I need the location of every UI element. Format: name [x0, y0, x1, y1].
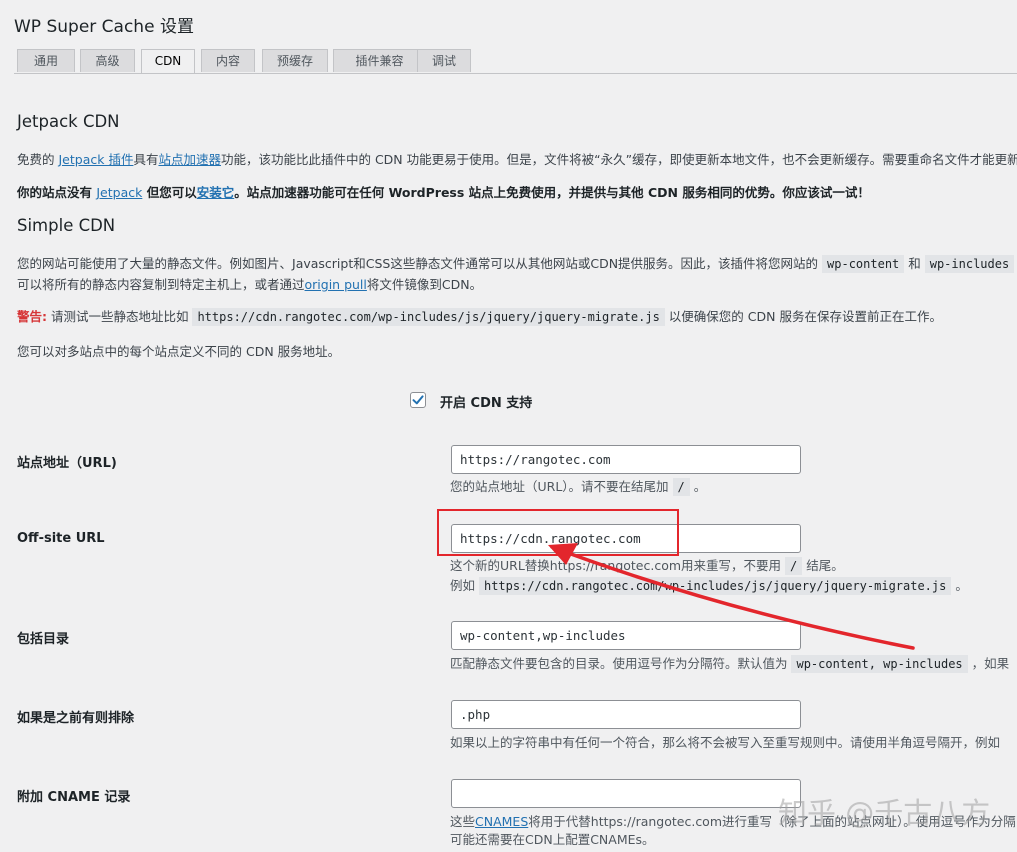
annotation-arrow-icon — [548, 543, 915, 650]
watermark: 知乎 @千古八方 — [778, 796, 991, 830]
settings-page: WP Super Cache 设置 通用 高级 CDN 内容 预缓存 插件兼容 … — [0, 0, 1017, 852]
